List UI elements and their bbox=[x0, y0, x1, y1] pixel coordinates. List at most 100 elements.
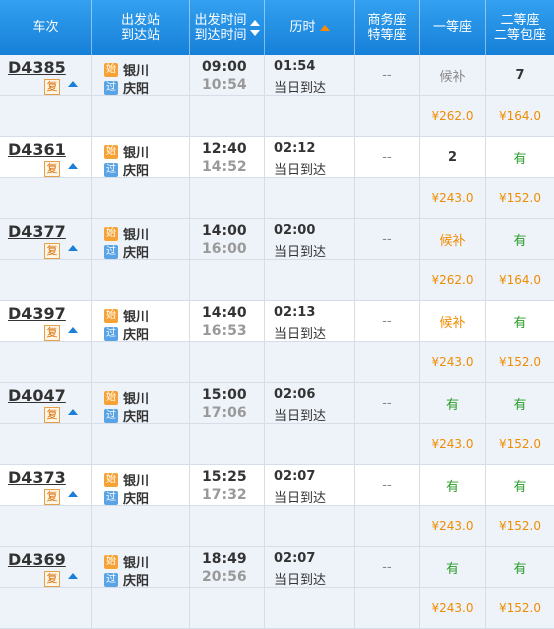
return-trip-icon[interactable]: 复 bbox=[44, 407, 60, 423]
empty-cell bbox=[190, 342, 265, 382]
start-station-icon: 始 bbox=[104, 390, 118, 405]
second-class-availability[interactable]: 7 bbox=[515, 68, 524, 83]
train-no-link[interactable]: D4047 bbox=[8, 386, 66, 405]
arrival-station-name: 庆阳 bbox=[123, 574, 150, 589]
expand-stops-icon[interactable] bbox=[68, 573, 78, 579]
header-train-no[interactable]: 车次 bbox=[0, 0, 92, 55]
second-class-cell[interactable]: 有 bbox=[486, 383, 554, 423]
first-class-price-cell: ¥243.0 bbox=[420, 588, 486, 628]
expand-stops-icon[interactable] bbox=[68, 409, 78, 415]
arrival-day: 当日到达 bbox=[274, 491, 327, 506]
duration: 02:12 bbox=[274, 141, 316, 156]
first-class-availability[interactable]: 有 bbox=[446, 476, 459, 495]
pass-station-icon: 过 bbox=[104, 490, 118, 505]
second-class-price-cell: ¥152.0 bbox=[486, 342, 554, 382]
arrival-time: 16:00 bbox=[202, 241, 247, 257]
train-main-row: D4361 复 始 银川 过 庆阳 12:40 14:52 02:12 当日到达… bbox=[0, 137, 554, 179]
sort-arrows-icon[interactable] bbox=[249, 18, 260, 38]
return-trip-icon[interactable]: 复 bbox=[44, 489, 60, 505]
expand-stops-icon[interactable] bbox=[68, 327, 78, 333]
header-time[interactable]: 出发时间 到达时间 bbox=[190, 0, 265, 55]
first-class-availability[interactable]: 候补 bbox=[439, 312, 465, 331]
first-class-cell[interactable]: 候补 bbox=[420, 55, 486, 95]
train-no-link[interactable]: D4385 bbox=[8, 58, 66, 77]
first-class-availability[interactable]: 2 bbox=[448, 150, 457, 165]
business-seat-availability: -- bbox=[382, 313, 392, 329]
first-class-cell[interactable]: 候补 bbox=[420, 219, 486, 259]
business-seat-cell: -- bbox=[355, 301, 420, 341]
first-class-price: ¥243.0 bbox=[431, 191, 474, 205]
departure-station-name: 银川 bbox=[123, 228, 150, 243]
first-class-availability[interactable]: 有 bbox=[446, 558, 459, 577]
first-class-price-cell: ¥262.0 bbox=[420, 96, 486, 136]
arrival-station-name: 庆阳 bbox=[123, 328, 150, 343]
first-class-availability[interactable]: 候补 bbox=[439, 230, 465, 249]
header-station[interactable]: 出发站 到达站 bbox=[92, 0, 190, 55]
business-seat-cell: -- bbox=[355, 55, 420, 95]
empty-cell bbox=[265, 506, 355, 546]
train-no-link[interactable]: D4361 bbox=[8, 140, 66, 159]
second-class-availability[interactable]: 有 bbox=[513, 476, 526, 495]
train-no-cell: D4361 复 bbox=[0, 137, 92, 177]
second-class-availability[interactable]: 有 bbox=[513, 558, 526, 577]
departure-station-name: 银川 bbox=[123, 392, 150, 407]
header-duration[interactable]: 历时 bbox=[265, 0, 355, 55]
duration-cell: 02:07 当日到达 bbox=[265, 547, 355, 588]
empty-cell bbox=[0, 424, 92, 464]
first-class-availability[interactable]: 有 bbox=[446, 394, 459, 413]
train-no-cell: D4385 复 bbox=[0, 55, 92, 95]
return-trip-icon[interactable]: 复 bbox=[44, 161, 60, 177]
second-class-availability[interactable]: 有 bbox=[513, 230, 526, 249]
header-arrival-time-label: 到达时间 bbox=[194, 27, 247, 43]
return-trip-icon[interactable]: 复 bbox=[44, 571, 60, 587]
first-class-price: ¥243.0 bbox=[431, 437, 474, 451]
header-first-class-label: 一等座 bbox=[432, 20, 472, 35]
empty-cell bbox=[0, 178, 92, 218]
second-class-price-cell: ¥152.0 bbox=[486, 506, 554, 546]
empty-cell bbox=[92, 342, 190, 382]
start-station-icon: 始 bbox=[104, 308, 118, 323]
second-class-cell[interactable]: 有 bbox=[486, 137, 554, 177]
second-class-price-cell: ¥164.0 bbox=[486, 260, 554, 300]
empty-cell bbox=[92, 178, 190, 218]
sort-asc-icon bbox=[249, 19, 260, 26]
second-class-cell[interactable]: 有 bbox=[486, 465, 554, 505]
empty-cell bbox=[190, 96, 265, 136]
first-class-cell[interactable]: 候补 bbox=[420, 301, 486, 341]
train-main-row: D4369 复 始 银川 过 庆阳 18:49 20:56 02:07 当日到达… bbox=[0, 547, 554, 589]
return-trip-icon[interactable]: 复 bbox=[44, 79, 60, 95]
expand-stops-icon[interactable] bbox=[68, 245, 78, 251]
second-class-cell[interactable]: 有 bbox=[486, 301, 554, 341]
train-no-link[interactable]: D4369 bbox=[8, 550, 66, 569]
train-no-link[interactable]: D4373 bbox=[8, 468, 66, 487]
first-class-cell[interactable]: 有 bbox=[420, 547, 486, 587]
first-class-availability[interactable]: 候补 bbox=[439, 66, 465, 85]
second-class-cell[interactable]: 有 bbox=[486, 219, 554, 259]
train-no-link[interactable]: D4397 bbox=[8, 304, 66, 323]
duration: 02:13 bbox=[274, 305, 316, 320]
expand-stops-icon[interactable] bbox=[68, 491, 78, 497]
second-class-availability[interactable]: 有 bbox=[513, 394, 526, 413]
second-class-cell[interactable]: 有 bbox=[486, 547, 554, 587]
return-trip-icon[interactable]: 复 bbox=[44, 325, 60, 341]
start-station-icon: 始 bbox=[104, 226, 118, 241]
train-main-row: D4385 复 始 银川 过 庆阳 09:00 10:54 01:54 当日到达… bbox=[0, 55, 554, 97]
first-class-cell[interactable]: 有 bbox=[420, 465, 486, 505]
empty-cell bbox=[92, 260, 190, 300]
return-trip-icon[interactable]: 复 bbox=[44, 243, 60, 259]
header-departure-time-label: 出发时间 bbox=[194, 12, 247, 28]
second-class-availability[interactable]: 有 bbox=[513, 148, 526, 167]
first-class-cell[interactable]: 有 bbox=[420, 383, 486, 423]
expand-stops-icon[interactable] bbox=[68, 163, 78, 169]
empty-cell bbox=[0, 588, 92, 628]
expand-stops-icon[interactable] bbox=[68, 81, 78, 87]
train-no-link[interactable]: D4377 bbox=[8, 222, 66, 241]
first-class-cell[interactable]: 2 bbox=[420, 137, 486, 177]
first-class-price: ¥243.0 bbox=[431, 519, 474, 533]
second-class-availability[interactable]: 有 bbox=[513, 312, 526, 331]
departure-station: 始 银川 bbox=[104, 552, 149, 571]
second-class-cell[interactable]: 7 bbox=[486, 55, 554, 95]
time-cell: 18:49 20:56 bbox=[190, 547, 265, 587]
business-seat-cell: -- bbox=[355, 219, 420, 259]
train-row: D4369 复 始 银川 过 庆阳 18:49 20:56 02:07 当日到达… bbox=[0, 547, 554, 629]
